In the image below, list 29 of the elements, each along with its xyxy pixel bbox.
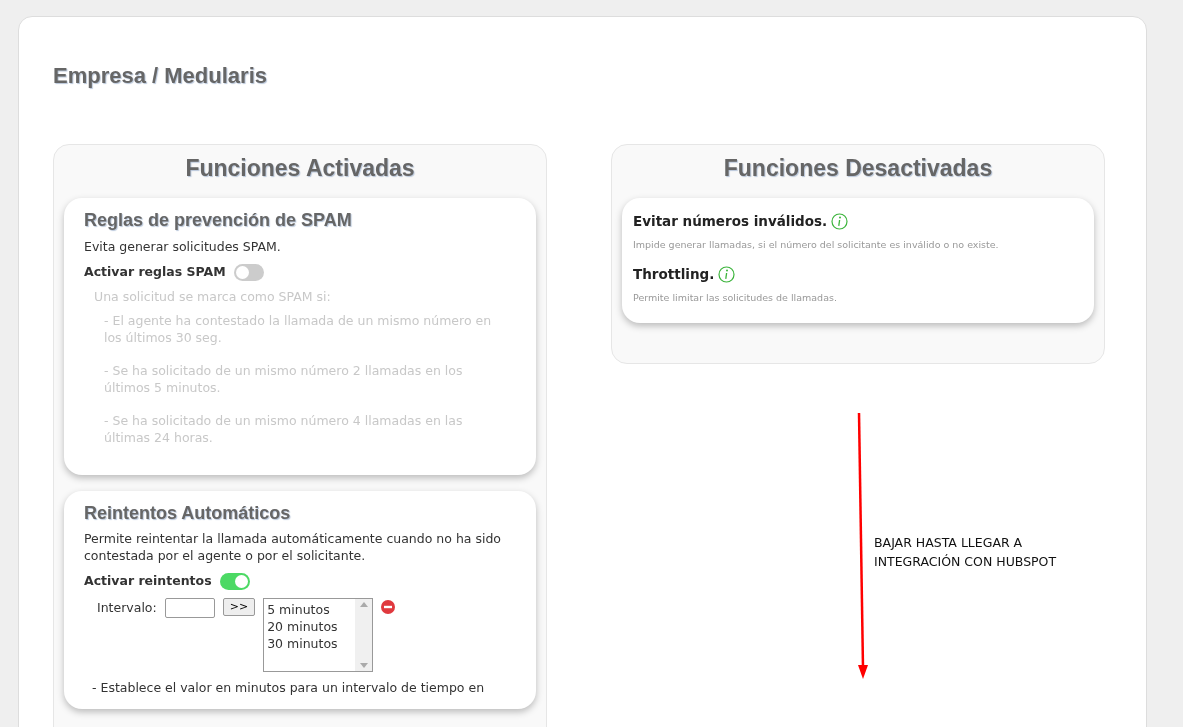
remove-icon[interactable] xyxy=(381,599,396,614)
add-button[interactable]: >> xyxy=(222,597,256,616)
feature-description: Permite reintentar la llamada automáticamente cuando no ha sido contestada por el agente o por el solicitante. xyxy=(84,531,502,565)
list-option[interactable]: 20 minutos xyxy=(267,617,353,635)
scroll-up-icon[interactable] xyxy=(359,601,368,607)
feature-description: Permite limitar las solicitudes de llamadas. xyxy=(633,291,838,305)
feature-title: Throttling. xyxy=(633,265,715,284)
annotation-text: BAJAR HASTA LLEGAR A INTEGRACIÓN CON HUBSPOT xyxy=(874,534,1058,571)
interval-field[interactable] xyxy=(164,597,215,618)
scroll-down-icon[interactable] xyxy=(359,662,368,668)
info-icon[interactable] xyxy=(718,266,736,284)
toggle-label: Activar reglas SPAM xyxy=(84,263,226,281)
interval-label: Intervalo: xyxy=(97,599,157,617)
note-text: - Establece el valor en minutos para un intervalo de tiempo en xyxy=(92,679,486,697)
feature-title: Reglas de prevención de SPAM xyxy=(84,209,352,233)
feature-title: Reintentos Automáticos xyxy=(84,501,291,525)
panel-heading: Funciones Desactivadas xyxy=(723,154,993,184)
interval-listbox[interactable]: 5 minutos 20 minutos 30 minutos xyxy=(263,597,374,672)
toggle-switch[interactable] xyxy=(219,572,250,590)
list-option[interactable]: 5 minutos xyxy=(267,600,353,618)
page-title: Empresa / Medularis xyxy=(53,63,267,90)
feature-description: Evita generar solicitudes SPAM. xyxy=(84,238,282,256)
toggle-switch[interactable] xyxy=(233,263,264,281)
feature-title: Evitar números inválidos. xyxy=(633,212,828,231)
panel-heading: Funciones Activadas xyxy=(185,154,415,184)
info-icon[interactable] xyxy=(831,213,849,231)
feature-description: Impide generar llamadas, si el número del solicitante es inválido o no existe. xyxy=(633,238,1000,252)
list-option[interactable]: 30 minutos xyxy=(267,634,353,652)
toggle-label: Activar reintentos xyxy=(84,572,212,590)
